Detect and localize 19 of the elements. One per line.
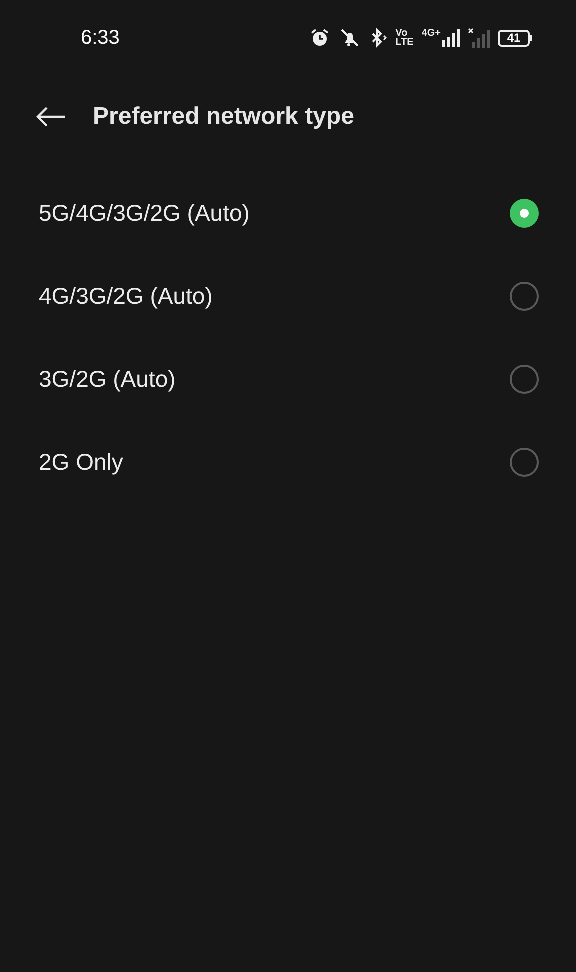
radio-button[interactable]: [510, 282, 539, 311]
option-label[interactable]: 5G/4G/3G/2G (Auto): [39, 196, 250, 231]
bluetooth-icon: [370, 28, 388, 48]
back-arrow-icon[interactable]: [36, 107, 66, 127]
network-type-label: 4G+: [422, 29, 441, 39]
signal-icon: [442, 29, 460, 47]
radio-button[interactable]: [510, 199, 539, 228]
volte-label: Vo: [396, 29, 408, 38]
option-label[interactable]: 3G/2G (Auto): [39, 362, 176, 397]
alarm-clock-icon: [310, 28, 330, 48]
battery-indicator: 41: [498, 30, 532, 46]
radio-button[interactable]: [510, 448, 539, 477]
volte-label: LTE: [396, 38, 414, 47]
option-label[interactable]: 2G Only: [39, 445, 124, 480]
radio-button[interactable]: [510, 365, 539, 394]
no-signal-icon: [468, 28, 490, 48]
page-title: Preferred network type: [93, 102, 354, 132]
option-label[interactable]: 4G/3G/2G (Auto): [39, 279, 213, 314]
status-time: 6:33: [81, 26, 120, 51]
